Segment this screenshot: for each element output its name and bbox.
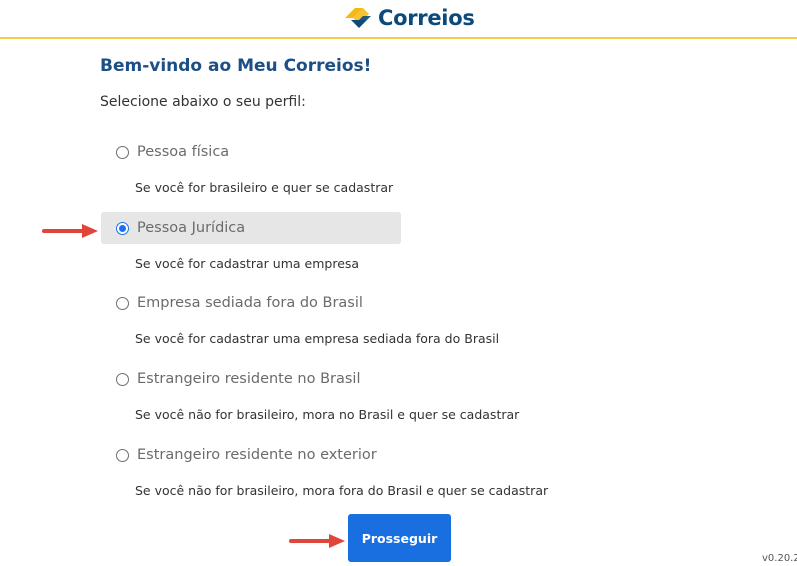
option-description: Se você não for brasileiro, mora no Bras… [135, 407, 520, 422]
option-estrangeiro-no-brasil[interactable]: Estrangeiro residente no Brasil [101, 363, 401, 395]
option-label: Estrangeiro residente no Brasil [137, 371, 361, 387]
profile-selection: Bem-vindo ao Meu Correios! Selecione aba… [100, 56, 700, 498]
right-arrow-icon [42, 224, 98, 238]
version-label: v0.20.2 [762, 553, 797, 564]
page-subtitle: Selecione abaixo o seu perfil: [100, 94, 306, 110]
page-title: Bem-vindo ao Meu Correios! [100, 56, 372, 76]
radio-dot [119, 224, 126, 232]
option-label: Pessoa física [137, 144, 230, 160]
logo-text: Correios [378, 6, 475, 30]
option-description: Se você for brasileiro e quer se cadastr… [135, 180, 394, 195]
radio-button[interactable] [116, 372, 129, 386]
option-pessoa-juridica[interactable]: Pessoa Jurídica [101, 212, 401, 244]
right-arrow-icon [289, 534, 345, 548]
option-label: Empresa sediada fora do Brasil [137, 295, 363, 311]
option-empresa-fora-brasil[interactable]: Empresa sediada fora do Brasil [101, 287, 401, 319]
radio-button[interactable] [116, 448, 129, 462]
option-label: Pessoa Jurídica [137, 220, 246, 236]
correios-logo[interactable]: Correios [343, 4, 475, 32]
radio-button[interactable] [116, 296, 129, 310]
page-header: Correios [0, 0, 797, 39]
option-description: Se você for cadastrar uma empresa [135, 256, 360, 271]
option-pessoa-fisica[interactable]: Pessoa física [101, 136, 401, 168]
radio-button-checked[interactable] [116, 221, 129, 235]
option-estrangeiro-no-exterior[interactable]: Estrangeiro residente no exterior [101, 439, 401, 471]
prosseguir-button[interactable]: Prosseguir [348, 514, 451, 562]
correios-logo-icon [345, 8, 371, 28]
option-description: Se você não for brasileiro, mora fora do… [135, 483, 549, 498]
option-description: Se você for cadastrar uma empresa sediad… [135, 331, 500, 346]
radio-button[interactable] [116, 145, 129, 159]
option-label: Estrangeiro residente no exterior [137, 447, 377, 463]
